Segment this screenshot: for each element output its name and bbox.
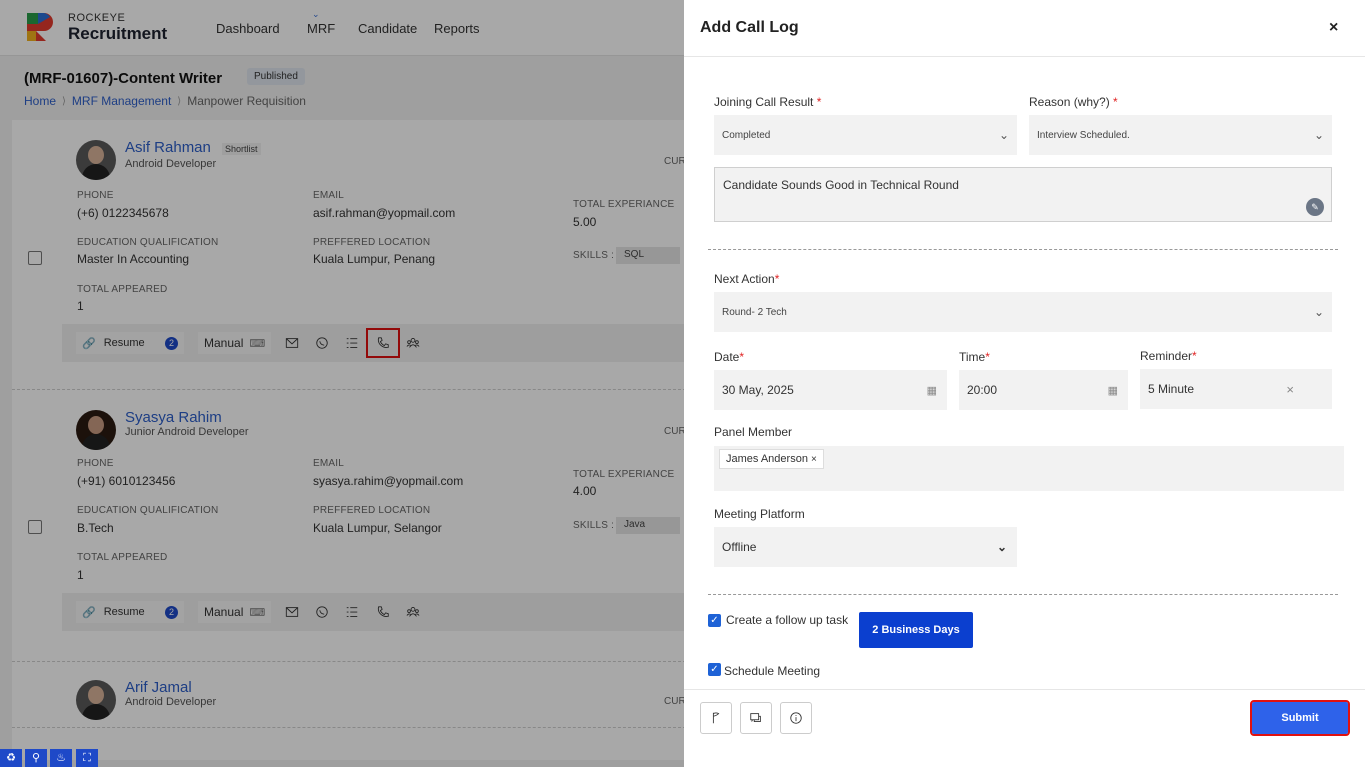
notes-text: Candidate Sounds Good in Technical Round [723,178,959,192]
add-call-log-modal: Add Call Log × Joining Call Result * Com… [684,0,1365,767]
chevron-down-icon: ⌄ [1313,128,1324,142]
reminder-value: 5 Minute [1148,382,1195,396]
reminder-label: Reminder* [1140,349,1197,363]
panel-member-multiselect[interactable]: James Anderson × [714,446,1344,491]
close-icon[interactable]: × [1329,19,1338,37]
share-icon[interactable]: ⚲ [25,749,47,767]
divider [708,249,1338,250]
divider [684,689,1365,690]
chevron-down-icon: ⌄ [1313,305,1324,319]
date-label: Date* [714,350,745,364]
reason-label: Reason (why?) * [1029,95,1118,109]
panel-member-chip: James Anderson × [719,449,824,469]
date-value: 30 May, 2025 [722,383,794,397]
panel-member-label: Panel Member [714,425,793,439]
next-action-value: Round- 2 Tech [722,306,787,318]
schedule-meeting-label: Schedule Meeting [724,664,821,678]
joining-call-result-value: Completed [722,129,771,141]
modal-backdrop[interactable] [0,0,684,767]
reason-select[interactable]: Interview Scheduled. ⌄ [1029,115,1332,155]
divider [708,594,1338,595]
next-action-label: Next Action* [714,272,780,286]
meeting-platform-select[interactable]: Offline ⌄ [714,527,1017,567]
reason-value: Interview Scheduled. [1037,129,1130,141]
comments-icon[interactable] [740,702,772,734]
divider [684,56,1365,57]
grammar-icon[interactable]: ✎ [1306,198,1324,216]
clear-icon[interactable]: × [1286,382,1294,397]
flame-icon[interactable]: ♨ [50,749,72,767]
date-input[interactable]: 30 May, 2025 ▦ [714,370,947,410]
remove-icon[interactable]: × [811,454,817,465]
meeting-platform-label: Meeting Platform [714,507,805,521]
schedule-meeting-checkbox[interactable]: ✓ [708,663,721,676]
chevron-down-icon: ⌄ [998,128,1009,142]
info-icon[interactable] [780,702,812,734]
time-input[interactable]: 20:00 ▦ [959,370,1128,410]
time-label: Time* [959,350,990,364]
joining-call-result-label: Joining Call Result * [714,95,822,109]
meeting-platform-value: Offline [722,540,757,554]
business-days-button[interactable]: 2 Business Days [859,612,973,648]
modal-title: Add Call Log [700,19,799,36]
recycle-icon[interactable]: ♻ [0,749,22,767]
joining-call-result-select[interactable]: Completed ⌄ [714,115,1017,155]
chevron-down-icon: ⌄ [996,540,1007,554]
time-value: 20:00 [967,383,998,397]
next-action-select[interactable]: Round- 2 Tech ⌄ [714,292,1332,332]
followup-checkbox[interactable]: ✓ [708,614,721,627]
submit-button[interactable]: Submit [1250,700,1350,736]
calendar-icon[interactable]: ▦ [1108,384,1118,397]
expand-icon[interactable]: ⛶ [76,749,98,767]
reminder-select[interactable]: 5 Minute × [1140,369,1332,409]
followup-label: Create a follow up task [726,613,849,627]
flag-icon[interactable] [700,702,732,734]
panel-member-name: James Anderson [726,453,808,465]
notes-textarea[interactable]: Candidate Sounds Good in Technical Round [714,167,1332,222]
calendar-icon[interactable]: ▦ [927,384,937,397]
